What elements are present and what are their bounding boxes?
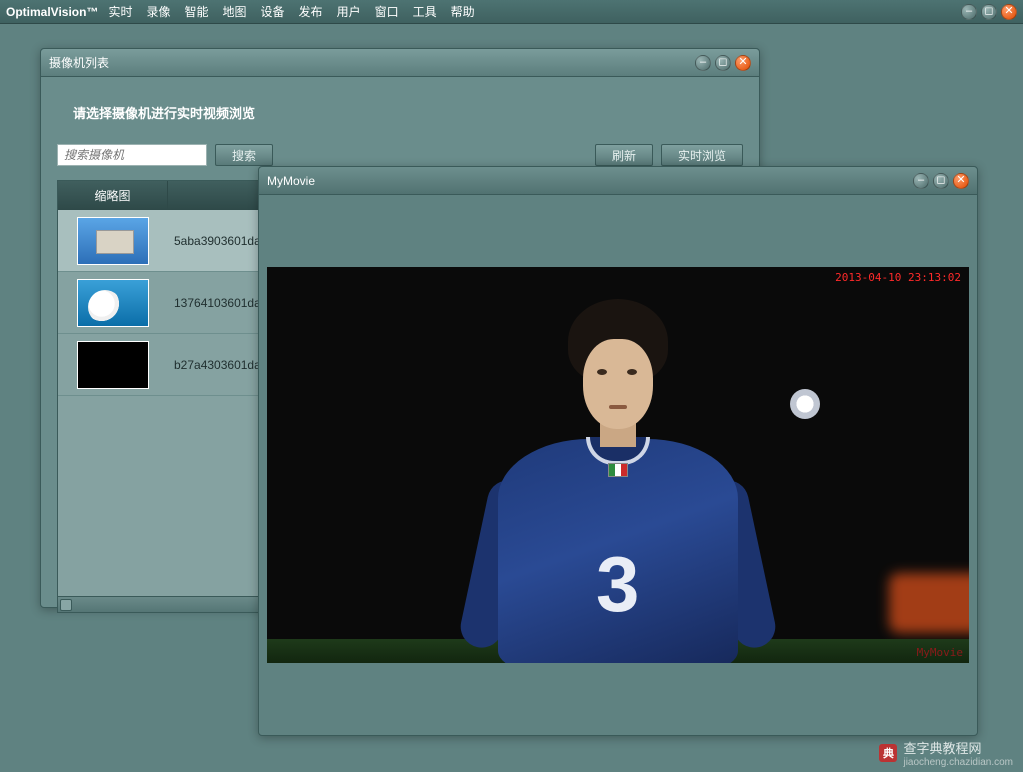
video-watermark: MyMovie [917,646,963,659]
jersey-number: 3 [596,539,639,630]
camera-list-titlebar[interactable]: 摄像机列表 – ◻ ✕ [41,49,759,77]
thumbnail-icon [77,217,149,265]
app-menubar: OptimalVision™ 实时 录像 智能 地图 设备 发布 用户 窗口 工… [0,0,1023,24]
camera-list-title: 摄像机列表 [49,54,695,71]
movie-titlebar[interactable]: MyMovie – ◻ ✕ [259,167,977,195]
menu-help[interactable]: 帮助 [451,3,475,20]
watermark-site: 查字典 [903,741,942,756]
scroll-left-icon[interactable] [60,599,72,611]
video-background [889,573,969,633]
app-minimize-icon[interactable]: – [961,4,977,20]
app-maximize-icon[interactable]: ◻ [981,4,997,20]
camera-list-prompt: 请选择摄像机进行实时视频浏览 [73,103,743,122]
camlist-minimize-icon[interactable]: – [695,55,711,71]
menu-map[interactable]: 地图 [223,3,247,20]
camlist-close-icon[interactable]: ✕ [735,55,751,71]
watermark-url: jiaocheng.chazidian.com [903,757,1013,768]
menu-user[interactable]: 用户 [337,3,361,20]
camlist-maximize-icon[interactable]: ◻ [715,55,731,71]
menu-tools[interactable]: 工具 [413,3,437,20]
movie-close-icon[interactable]: ✕ [953,173,969,189]
watermark-suffix: 教程网 [943,741,982,756]
live-preview-button[interactable]: 实时浏览 [661,144,743,166]
search-button[interactable]: 搜索 [215,144,273,166]
page-watermark: 典 查字典教程网 jiaocheng.chazidian.com [879,738,1013,768]
menu-window[interactable]: 窗口 [375,3,399,20]
search-input[interactable] [57,144,207,166]
menu-device[interactable]: 设备 [261,3,285,20]
movie-title: MyMovie [267,174,913,188]
movie-minimize-icon[interactable]: – [913,173,929,189]
col-header-thumb[interactable]: 缩略图 [58,181,168,210]
refresh-button[interactable]: 刷新 [595,144,653,166]
movie-maximize-icon[interactable]: ◻ [933,173,949,189]
video-viewport[interactable]: 2013-04-10 23:13:02 3 MyMovie [267,267,969,663]
video-content: 3 [468,299,768,663]
menu-smart[interactable]: 智能 [185,3,209,20]
watermark-logo-icon: 典 [879,744,897,762]
app-brand: OptimalVision™ [6,5,98,19]
menu-publish[interactable]: 发布 [299,3,323,20]
menu-realtime[interactable]: 实时 [108,3,132,20]
thumbnail-icon [77,279,149,327]
movie-window: MyMovie – ◻ ✕ 2013-04-10 23:13:02 3 MyMo… [258,166,978,736]
app-close-icon[interactable]: ✕ [1001,4,1017,20]
video-timestamp: 2013-04-10 23:13:02 [835,271,961,284]
menu-record[interactable]: 录像 [146,3,170,20]
camera-list-toolbar: 搜索 刷新 实时浏览 [57,144,743,166]
thumbnail-icon [77,341,149,389]
app-menu: 实时 录像 智能 地图 设备 发布 用户 窗口 工具 帮助 [108,3,474,20]
